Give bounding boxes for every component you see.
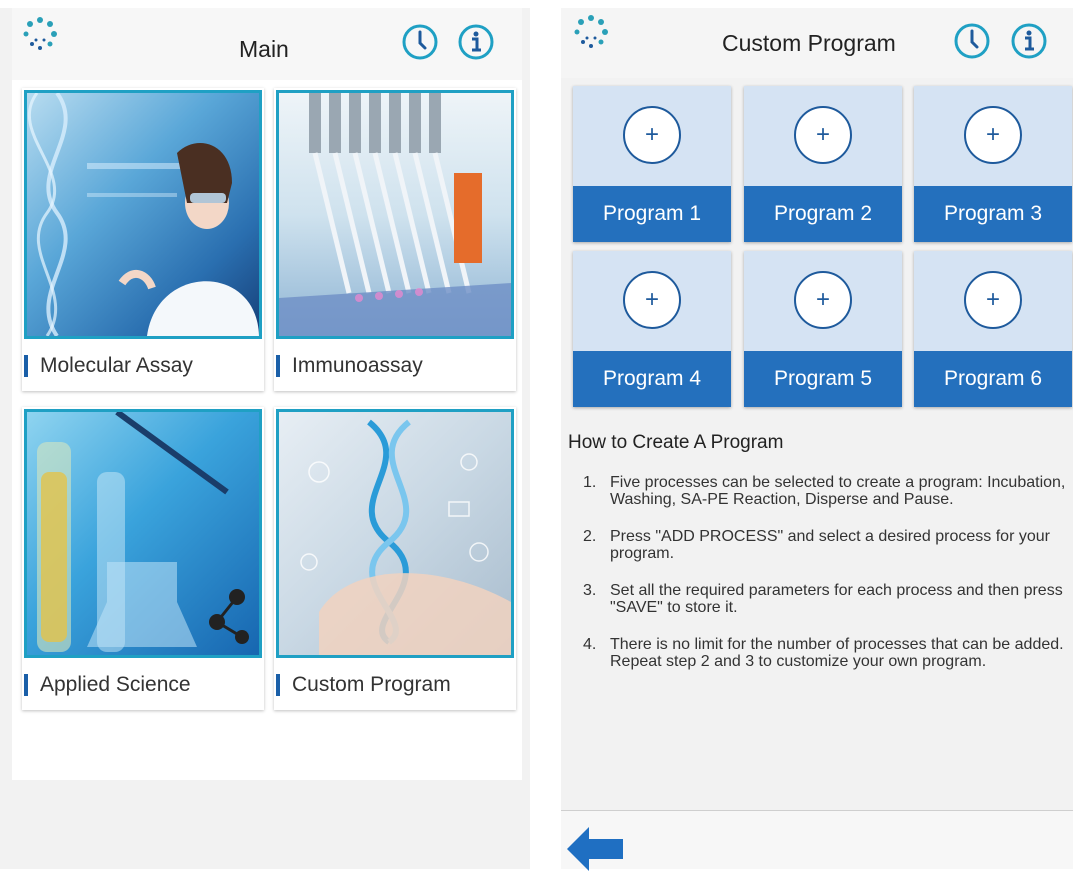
tile-caption: Custom Program xyxy=(274,660,516,710)
info-icon[interactable] xyxy=(457,23,495,61)
add-program-icon[interactable]: + xyxy=(794,271,852,329)
howto-title: How to Create A Program xyxy=(568,432,784,453)
add-program-icon[interactable]: + xyxy=(964,106,1022,164)
molecular-assay-image xyxy=(24,90,262,339)
program-label: Program 5 xyxy=(744,351,902,407)
step-text: Press "ADD PROCESS" and select a desired… xyxy=(610,528,1050,562)
program-3-card[interactable]: + Program 3 xyxy=(914,86,1072,242)
bottom-bar xyxy=(561,810,1073,871)
program-1-card[interactable]: + Program 1 xyxy=(573,86,731,242)
logo-icon[interactable] xyxy=(22,16,58,52)
applied-science-image xyxy=(24,409,262,658)
list-item: 4. There is no limit for the number of p… xyxy=(583,636,1073,670)
add-program-icon[interactable]: + xyxy=(623,271,681,329)
custom-program-screen: Custom Program + Program 1 + Program 2 +… xyxy=(561,0,1073,871)
status-strip xyxy=(561,0,1073,8)
add-program-icon[interactable]: + xyxy=(794,106,852,164)
program-2-card[interactable]: + Program 2 xyxy=(744,86,902,242)
tile-molecular-assay[interactable]: Molecular Assay xyxy=(22,88,264,391)
list-item: 1. Five processes can be selected to cre… xyxy=(583,474,1073,508)
clock-icon[interactable] xyxy=(401,23,439,61)
add-program-icon[interactable]: + xyxy=(623,106,681,164)
add-program-icon[interactable]: + xyxy=(964,271,1022,329)
step-text: There is no limit for the number of proc… xyxy=(610,636,1064,670)
clock-icon[interactable] xyxy=(953,22,991,60)
tile-label: Applied Science xyxy=(40,673,191,696)
howto-steps: 1. Five processes can be selected to cre… xyxy=(583,474,1073,690)
list-item: 2. Press "ADD PROCESS" and select a desi… xyxy=(583,528,1073,562)
tile-label: Immunoassay xyxy=(292,354,423,377)
tile-label: Molecular Assay xyxy=(40,354,193,377)
immunoassay-image xyxy=(276,90,514,339)
tile-custom-program[interactable]: Custom Program xyxy=(274,407,516,710)
program-label: Program 4 xyxy=(573,351,731,407)
program-5-card[interactable]: + Program 5 xyxy=(744,251,902,407)
back-arrow-icon[interactable] xyxy=(567,827,623,871)
step-text: Five processes can be selected to create… xyxy=(610,474,1066,508)
program-label: Program 1 xyxy=(573,186,731,242)
step-number: 4. xyxy=(583,636,597,653)
tile-immunoassay[interactable]: Immunoassay xyxy=(274,88,516,391)
logo-icon[interactable] xyxy=(573,14,609,50)
main-header: Main xyxy=(12,8,522,80)
custom-program-header: Custom Program xyxy=(561,8,1073,78)
step-number: 3. xyxy=(583,582,597,599)
program-label: Program 2 xyxy=(744,186,902,242)
program-label: Program 6 xyxy=(914,351,1072,407)
tile-applied-science[interactable]: Applied Science xyxy=(22,407,264,710)
list-item: 3. Set all the required parameters for e… xyxy=(583,582,1073,616)
page-title: Main xyxy=(239,36,289,62)
main-screen: Main Molecular Assay Immunoassay Applied… xyxy=(0,0,530,869)
step-number: 2. xyxy=(583,528,597,545)
step-number: 1. xyxy=(583,474,597,491)
program-label: Program 3 xyxy=(914,186,1072,242)
custom-program-image xyxy=(276,409,514,658)
tile-label: Custom Program xyxy=(292,673,451,696)
page-title: Custom Program xyxy=(722,30,896,56)
tile-caption: Immunoassay xyxy=(274,341,516,391)
info-icon[interactable] xyxy=(1010,22,1048,60)
program-6-card[interactable]: + Program 6 xyxy=(914,251,1072,407)
tile-caption: Molecular Assay xyxy=(22,341,264,391)
main-grid: Molecular Assay Immunoassay Applied Scie… xyxy=(12,80,522,780)
program-4-card[interactable]: + Program 4 xyxy=(573,251,731,407)
step-text: Set all the required parameters for each… xyxy=(610,582,1063,616)
tile-caption: Applied Science xyxy=(22,660,264,710)
status-strip xyxy=(0,0,530,8)
main-footer xyxy=(0,780,530,869)
